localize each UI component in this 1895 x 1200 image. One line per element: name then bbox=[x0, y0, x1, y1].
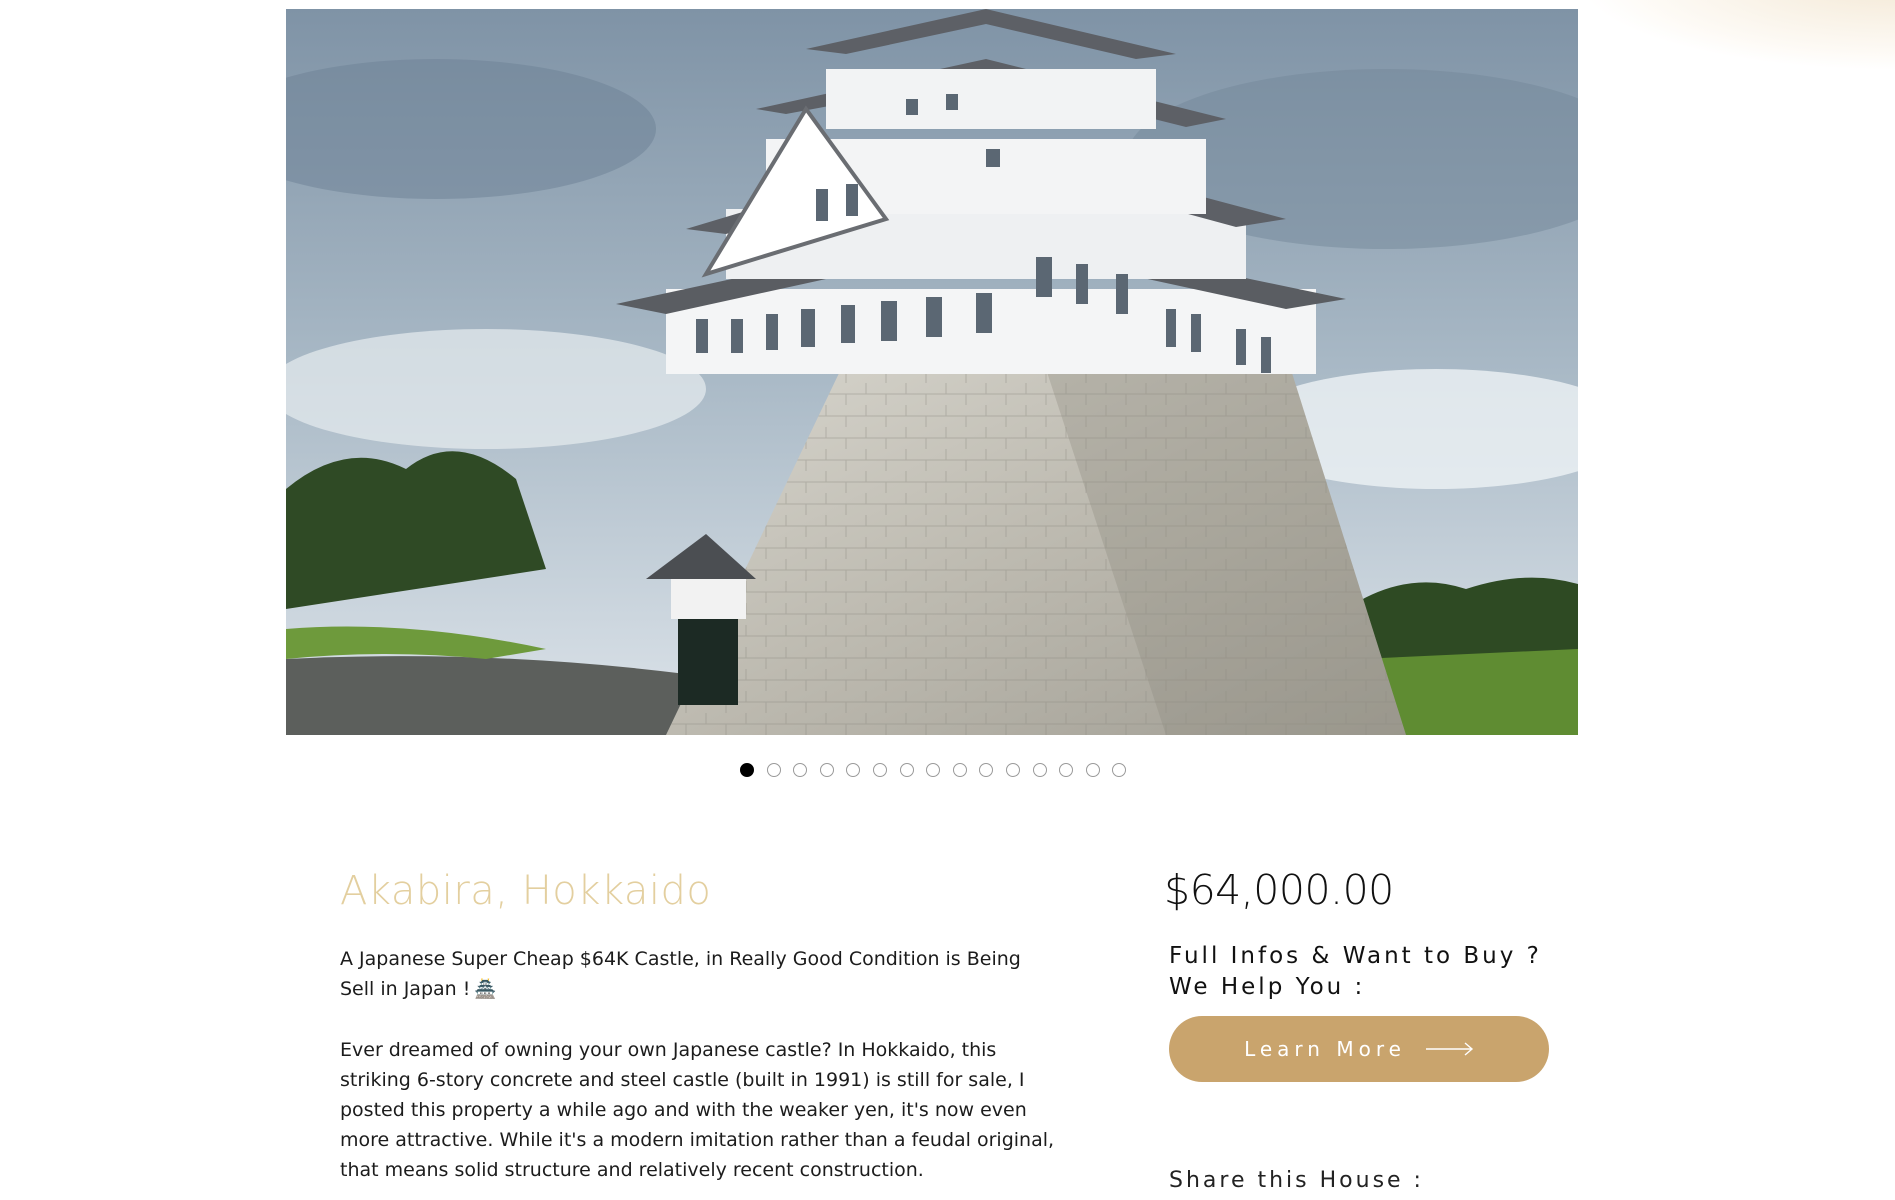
listing-price: $64,000.00 bbox=[1164, 866, 1394, 914]
gallery-dot-4[interactable] bbox=[819, 763, 834, 777]
gallery-dot-15[interactable] bbox=[1112, 763, 1127, 777]
castle-emoji-icon: 🏯 bbox=[474, 979, 497, 1000]
gallery-dot-5[interactable] bbox=[846, 763, 861, 777]
listing-description: A Japanese Super Cheap $64K Castle, in R… bbox=[340, 944, 1060, 1200]
gallery-dot-7[interactable] bbox=[899, 763, 914, 777]
gallery-dot-2[interactable] bbox=[766, 763, 781, 777]
cta-heading-line-1: Full Infos & Want to Buy ? bbox=[1169, 943, 1542, 969]
castle-photo bbox=[286, 9, 1578, 735]
gallery-pagination bbox=[740, 762, 1127, 778]
cta-heading: Full Infos & Want to Buy ? We Help You : bbox=[1169, 941, 1569, 1003]
gallery-dot-8[interactable] bbox=[926, 763, 941, 777]
gallery-dot-12[interactable] bbox=[1032, 763, 1047, 777]
listing-intro-text: A Japanese Super Cheap $64K Castle, in R… bbox=[340, 948, 1021, 1000]
decorative-swoosh bbox=[1555, 0, 1895, 95]
arrow-right-icon bbox=[1425, 1042, 1473, 1056]
gallery-dot-11[interactable] bbox=[1005, 763, 1020, 777]
learn-more-button[interactable]: Learn More bbox=[1169, 1016, 1549, 1082]
listing-body: Ever dreamed of owning your own Japanese… bbox=[340, 1039, 1055, 1181]
gallery-dot-6[interactable] bbox=[872, 763, 887, 777]
gallery-dot-3[interactable] bbox=[793, 763, 808, 777]
gallery-dot-1[interactable] bbox=[740, 763, 754, 777]
gallery-dot-14[interactable] bbox=[1085, 763, 1100, 777]
cta-heading-line-2: We Help You : bbox=[1169, 974, 1366, 1000]
listing-title: Akabira, Hokkaido bbox=[340, 868, 712, 914]
gallery-dot-9[interactable] bbox=[952, 763, 967, 777]
page: Akabira, Hokkaido A Japanese Super Cheap… bbox=[0, 0, 1895, 1200]
share-heading: Share this House : bbox=[1169, 1168, 1424, 1193]
gallery-image[interactable] bbox=[286, 9, 1578, 735]
gallery-dot-10[interactable] bbox=[979, 763, 994, 777]
learn-more-label: Learn More bbox=[1244, 1037, 1406, 1061]
gallery-dot-13[interactable] bbox=[1059, 763, 1074, 777]
listing-intro: A Japanese Super Cheap $64K Castle, in R… bbox=[340, 944, 1060, 1005]
